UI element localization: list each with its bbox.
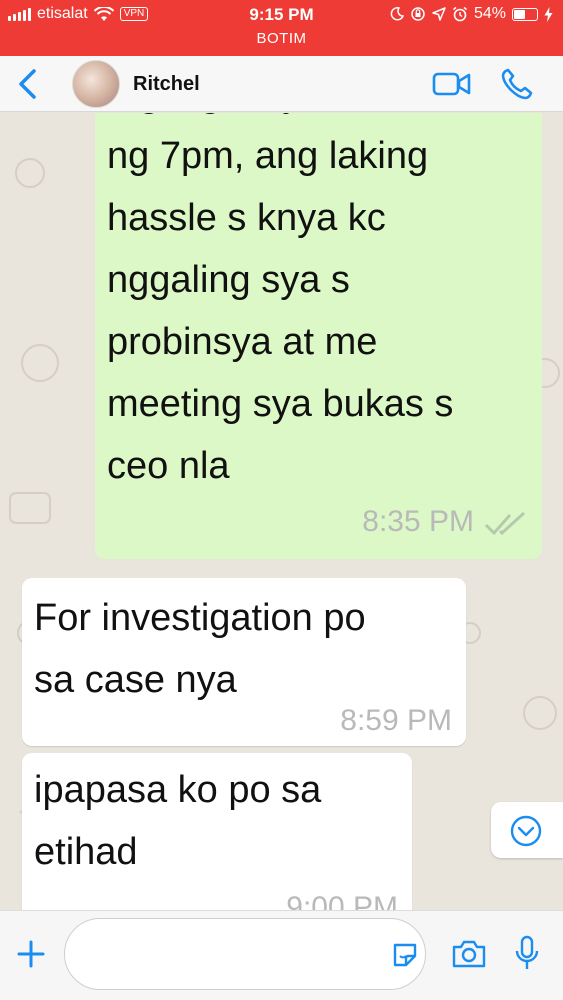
message-bubble-incoming[interactable]: For investigation po sa case nya 8:59 PM (22, 578, 466, 746)
message-bubble-outgoing[interactable]: Mg night sya bukas ng 7pm, ang laking ha… (95, 113, 542, 559)
scroll-down-button[interactable] (491, 802, 563, 858)
microphone-icon[interactable] (513, 935, 541, 973)
phone-call-icon[interactable] (500, 67, 534, 101)
app-banner[interactable]: BOTIM (0, 30, 563, 47)
message-text: For investigation po sa case nya (34, 597, 366, 701)
message-text: ipapasa ko po sa etihad (34, 769, 322, 873)
rotation-lock-icon (411, 7, 425, 21)
message-input[interactable] (64, 918, 426, 990)
back-chevron-icon[interactable] (14, 68, 42, 100)
chat-area[interactable]: Mg night sya bukas ng 7pm, ang laking ha… (0, 113, 563, 910)
camera-icon[interactable] (451, 938, 487, 970)
location-icon (432, 7, 446, 21)
charging-icon (544, 6, 553, 22)
battery-percent: 54% (473, 5, 506, 22)
message-text: Mg night sya bukas ng 7pm, ang laking ha… (107, 113, 454, 487)
message-time: 8:35 PM (362, 505, 474, 538)
alarm-icon (452, 6, 467, 22)
scroll-down-icon (510, 815, 542, 847)
status-right: 54% (390, 5, 553, 23)
status-bar: etisalat VPN 9:15 PM BOTIM 54% (0, 0, 563, 56)
video-call-icon[interactable] (432, 69, 472, 99)
message-time: 9:00 PM (286, 891, 398, 911)
avatar[interactable] (72, 60, 120, 108)
read-ticks-icon (484, 511, 526, 536)
battery-icon (512, 7, 538, 21)
sticker-icon[interactable] (390, 940, 420, 970)
message-time: 8:59 PM (340, 704, 452, 737)
contact-name[interactable]: Ritchel (133, 73, 200, 96)
moon-icon (390, 7, 404, 21)
composer-bar (0, 910, 563, 1000)
message-bubble-incoming[interactable]: ipapasa ko po sa etihad 9:00 PM (22, 753, 412, 910)
chat-header: Ritchel (0, 56, 563, 112)
plus-icon[interactable] (16, 939, 46, 969)
